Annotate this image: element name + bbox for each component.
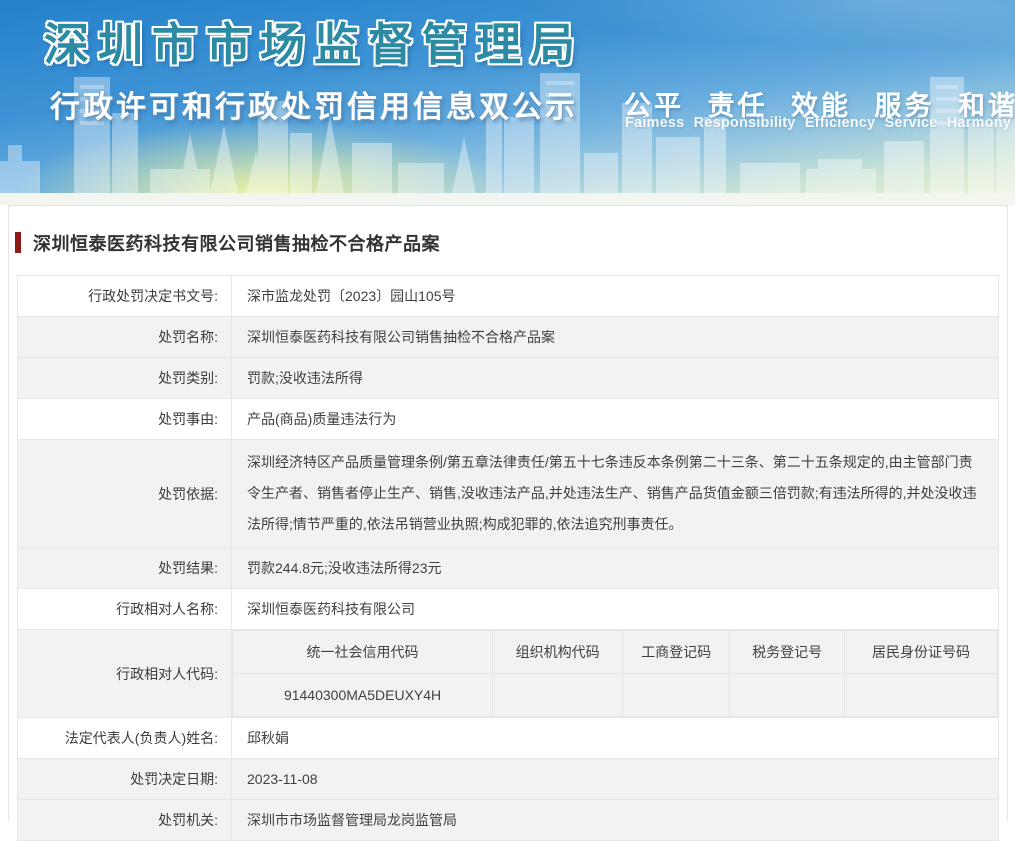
row-penalty-basis: 处罚依据: 深圳经济特区产品质量管理条例/第五章法律责任/第五十七条违反本条例第… (17, 439, 999, 548)
row-penalty-category: 处罚类别: 罚款;没收违法所得 (17, 357, 999, 399)
code-column-header: 工商登记码 (622, 630, 731, 674)
banner-bottom-strip (0, 193, 1015, 205)
field-value: 邱秋娟 (231, 717, 999, 759)
row-party-codes: 行政相对人代码: 统一社会信用代码 组织机构代码 工商登记码 税务登记号 居民身… (17, 629, 999, 718)
field-label: 处罚事由: (17, 398, 232, 440)
site-subtitle: 行政许可和行政处罚信用信息双公示 (50, 91, 578, 124)
field-value: 罚款;没收违法所得 (231, 357, 999, 399)
field-label: 行政相对人名称: (17, 588, 232, 630)
slogan-english: Faimess Responsibility Efficiency Servic… (625, 115, 1011, 131)
code-value (622, 673, 731, 717)
field-label: 行政相对人代码: (17, 629, 232, 718)
party-codes-cell: 统一社会信用代码 组织机构代码 工商登记码 税务登记号 居民身份证号码 9144… (231, 629, 999, 718)
field-label: 处罚名称: (17, 316, 232, 358)
site-banner: 深圳市市场监督管理局 行政许可和行政处罚信用信息双公示 公平 责任 效能 服务 … (0, 0, 1015, 193)
code-value: 91440300MA5DEUXY4H (231, 673, 494, 717)
field-value: 2023-11-08 (231, 758, 999, 800)
content-card: 深圳恒泰医药科技有限公司销售抽检不合格产品案 行政处罚决定书文号: 深市监龙处罚… (8, 205, 1008, 841)
row-legal-representative: 法定代表人(负责人)姓名: 邱秋娟 (17, 717, 999, 759)
field-value: 深圳市市场监督管理局龙岗监管局 (231, 799, 999, 841)
row-penalty-authority: 处罚机关: 深圳市市场监督管理局龙岗监管局 (17, 799, 999, 841)
code-column-header: 组织机构代码 (492, 630, 624, 674)
code-value (843, 673, 999, 717)
field-value: 深圳恒泰医药科技有限公司 (231, 588, 999, 630)
field-label: 处罚依据: (17, 439, 232, 548)
row-penalty-name: 处罚名称: 深圳恒泰医药科技有限公司销售抽检不合格产品案 (17, 316, 999, 358)
field-label: 处罚机关: (17, 799, 232, 841)
site-title: 深圳市市场监督管理局 (44, 19, 585, 70)
codes-header-row: 统一社会信用代码 组织机构代码 工商登记码 税务登记号 居民身份证号码 (231, 630, 999, 674)
code-column-header: 居民身份证号码 (843, 630, 999, 674)
field-value: 深圳恒泰医药科技有限公司销售抽检不合格产品案 (231, 316, 999, 358)
field-value: 深圳经济特区产品质量管理条例/第五章法律责任/第五十七条违反本条例第二十三条、第… (231, 439, 999, 548)
row-decision-date: 处罚决定日期: 2023-11-08 (17, 758, 999, 800)
case-header: 深圳恒泰医药科技有限公司销售抽检不合格产品案 (9, 206, 1007, 275)
row-decision-number: 行政处罚决定书文号: 深市监龙处罚〔2023〕园山105号 (17, 275, 999, 317)
field-label: 行政处罚决定书文号: (17, 275, 232, 317)
party-codes-table: 统一社会信用代码 组织机构代码 工商登记码 税务登记号 居民身份证号码 9144… (231, 630, 999, 717)
codes-value-row: 91440300MA5DEUXY4H (231, 673, 999, 717)
row-party-name: 行政相对人名称: 深圳恒泰医药科技有限公司 (17, 588, 999, 630)
field-value: 罚款244.8元;没收违法所得23元 (231, 547, 999, 589)
row-penalty-reason: 处罚事由: 产品(商品)质量违法行为 (17, 398, 999, 440)
field-label: 处罚结果: (17, 547, 232, 589)
code-value (492, 673, 624, 717)
field-label: 处罚决定日期: (17, 758, 232, 800)
field-value: 产品(商品)质量违法行为 (231, 398, 999, 440)
row-penalty-result: 处罚结果: 罚款244.8元;没收违法所得23元 (17, 547, 999, 589)
code-column-header: 税务登记号 (729, 630, 845, 674)
penalty-info-table: 行政处罚决定书文号: 深市监龙处罚〔2023〕园山105号 处罚名称: 深圳恒泰… (17, 275, 999, 841)
code-column-header: 统一社会信用代码 (231, 630, 494, 674)
field-value: 深市监龙处罚〔2023〕园山105号 (231, 275, 999, 317)
field-label: 处罚类别: (17, 357, 232, 399)
field-label: 法定代表人(负责人)姓名: (17, 717, 232, 759)
title-accent-bar (15, 232, 21, 253)
page-title: 深圳恒泰医药科技有限公司销售抽检不合格产品案 (33, 233, 440, 254)
code-value (729, 673, 845, 717)
